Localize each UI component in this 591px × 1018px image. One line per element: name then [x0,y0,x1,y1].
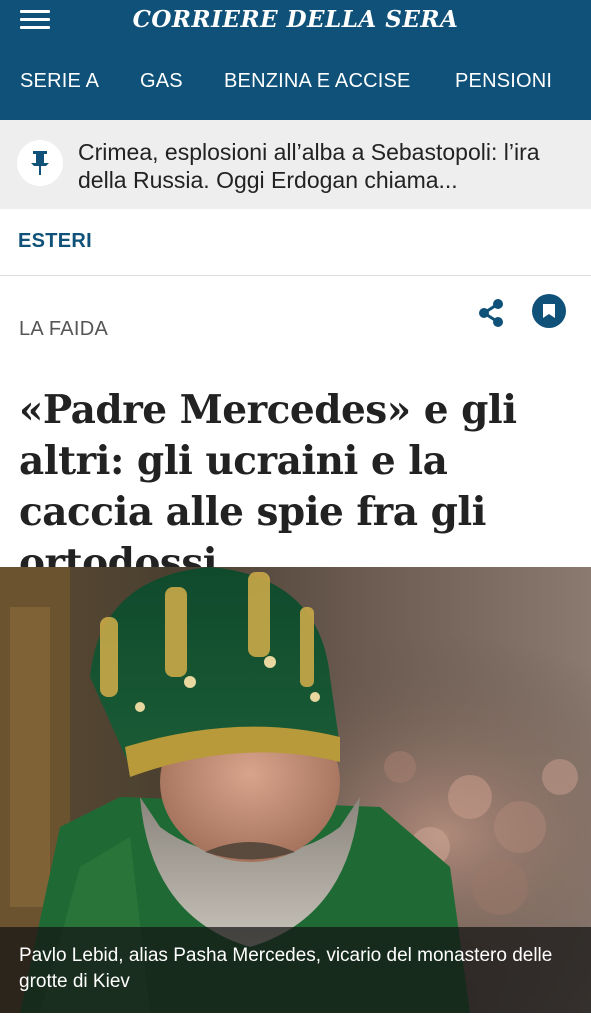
top-app-bar: CORRIERE DELLA SERA SERIE A GAS BENZINA … [0,0,591,120]
nav-tab-benzina-e-accise[interactable]: BENZINA E ACCISE [224,70,411,93]
photo-caption: Pavlo Lebid, alias Pasha Mercedes, vicar… [19,945,553,992]
article-kicker: LA FAIDA [19,318,109,340]
bookmark-button[interactable] [532,294,566,328]
pinned-news-text[interactable]: Crimea, esplosioni all’alba a Sebastopol… [78,138,578,194]
divider [0,275,591,276]
section-label[interactable]: ESTERI [18,230,92,253]
nav-tab-pensioni[interactable]: PENSIONI [455,70,552,93]
logo[interactable]: CORRIERE DELLA SERA [0,6,591,33]
nav-tab-gas[interactable]: GAS [140,70,183,93]
article-headline: «Padre Mercedes» e gli altri: gli ucrain… [19,387,517,586]
bookmark-icon [543,304,555,318]
share-icon[interactable] [477,298,505,328]
nav-tab-serie-a[interactable]: SERIE A [20,70,99,93]
pin-icon [17,140,63,186]
nav-tabs: SERIE A GAS BENZINA E ACCISE PENSIONI [0,70,591,100]
